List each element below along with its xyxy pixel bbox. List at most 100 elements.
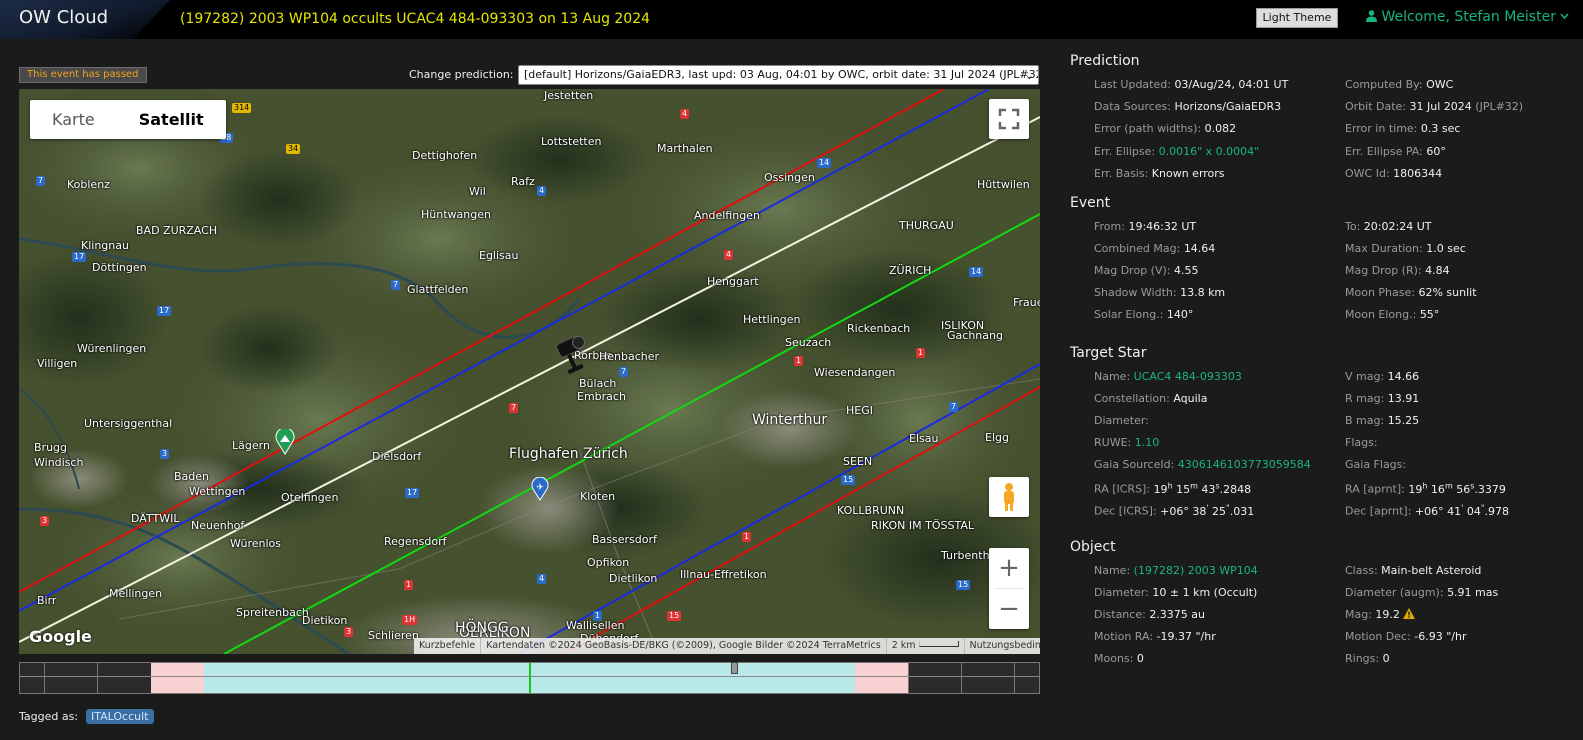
prediction-select[interactable]: [default] Horizons/GaiaEDR3, last upd: 0… <box>518 65 1039 85</box>
user-menu[interactable]: Welcome, Stefan Meister <box>1366 9 1569 25</box>
field-label: Rings: <box>1345 652 1380 665</box>
ruwe-link[interactable]: 1.10 <box>1135 436 1160 449</box>
field-label: B mag: <box>1345 414 1385 427</box>
timeline-uncertainty-left <box>151 663 204 693</box>
google-logo: Google <box>29 627 92 646</box>
road-shield: 4 <box>537 574 547 584</box>
place-label: Elsau <box>909 432 939 445</box>
place-label: HÖNGG <box>455 620 509 636</box>
gaia-source-link[interactable]: 4306146103773059584 <box>1178 458 1311 471</box>
place-label: Lägern <box>232 439 270 452</box>
place-label: Lottstetten <box>541 135 602 148</box>
mountain-pin-icon <box>275 429 295 455</box>
scale-label: 2 km <box>891 640 916 651</box>
keyboard-shortcuts-link[interactable]: Kurzbefehle <box>414 638 480 654</box>
place-label: Glattfelden <box>407 283 469 296</box>
rings-row: Rings: 0 <box>1345 652 1390 665</box>
map-type-satellit[interactable]: Satellit <box>117 100 226 139</box>
field-value: 0 <box>1382 652 1390 665</box>
field-value: 4.55 <box>1173 264 1199 277</box>
place-label: Brugg <box>34 441 68 454</box>
field-label: Err. Basis: <box>1094 167 1149 180</box>
star-name-link[interactable]: UCAC4 484-093303 <box>1134 370 1242 383</box>
gaia-source-row: Gaia SourceId: 4306146103773059584 <box>1094 458 1311 471</box>
vmag-row: V mag: 14.66 <box>1345 370 1419 383</box>
place-label: Rickenbach <box>847 322 911 335</box>
fullscreen-button[interactable] <box>989 99 1029 139</box>
place-label: Klingnau <box>81 239 129 252</box>
field-label: Error (path widths): <box>1094 122 1202 135</box>
place-label: Andelfingen <box>694 209 760 222</box>
field-value: Horizons/GaiaEDR3 <box>1174 100 1282 113</box>
place-label: Baden <box>174 470 210 483</box>
field-label: Diameter: <box>1094 586 1149 599</box>
event-timeline[interactable] <box>19 662 1040 694</box>
north-limit-1sigma-line <box>19 89 990 612</box>
place-label: Bülach <box>579 377 617 390</box>
tag-italoccult[interactable]: ITALOccult <box>86 709 154 724</box>
field-label: Data Sources: <box>1094 100 1171 113</box>
field-label: To: <box>1345 220 1361 233</box>
ra-aprnt-row: RA [aprnt]: 19h 16m 56s.3379 <box>1345 481 1506 496</box>
place-label: Spreitenbach <box>236 606 309 619</box>
gaia-flags-row: Gaia Flags: <box>1345 458 1406 471</box>
place-label: Hüttwilen <box>977 178 1030 191</box>
dec-degrees: +06° 38 <box>1160 504 1207 518</box>
timeline-handle[interactable] <box>731 662 738 674</box>
place-label: Dietlikon <box>609 572 658 585</box>
zoom-control: + − <box>989 548 1029 629</box>
chevron-down-icon <box>1560 13 1569 20</box>
telescope-marker[interactable] <box>552 329 592 375</box>
road-shield: 7 <box>509 403 519 413</box>
error-time-row: Error in time: 0.3 sec <box>1345 122 1460 135</box>
object-mag-row: Mag: 19.2 <box>1345 608 1416 621</box>
ra-seconds: 43 <box>1197 482 1216 496</box>
field-label: Name: <box>1094 564 1131 577</box>
terms-link[interactable]: Nutzungsbedingungen <box>963 638 1040 654</box>
class-row: Class: Main-belt Asteroid <box>1345 564 1481 577</box>
ra-hours: 19 <box>1408 482 1423 496</box>
place-label: Regensdorf <box>384 535 447 548</box>
place-label: BAD ZURZACH <box>136 224 218 237</box>
zoom-in-button[interactable]: + <box>989 548 1029 588</box>
dec-arcsec: 04 <box>1463 504 1481 518</box>
ra-minutes: 16 <box>1427 482 1445 496</box>
road-shield: 4 <box>537 186 547 196</box>
field-value: 20:02:24 UT <box>1363 220 1432 233</box>
brand-logo[interactable]: OW Cloud <box>19 7 108 28</box>
field-value: 55° <box>1419 308 1440 321</box>
ra-hours: 19 <box>1153 482 1168 496</box>
field-label: Max Duration: <box>1345 242 1423 255</box>
road-shield: 1 <box>593 611 603 621</box>
place-label: Hüntwangen <box>421 208 491 221</box>
zoom-out-button[interactable]: − <box>989 589 1029 629</box>
warning-icon[interactable] <box>1403 608 1416 619</box>
map-type-karte[interactable]: Karte <box>30 100 117 139</box>
field-label: Constellation: <box>1094 392 1170 405</box>
road-shield: 17 <box>72 252 87 262</box>
field-label: RUWE: <box>1094 436 1132 449</box>
place-label: Würenlingen <box>77 342 147 355</box>
motion-ra-row: Motion RA: -19.37 "/hr <box>1094 630 1216 643</box>
timeline-tick <box>908 663 909 693</box>
field-label: Combined Mag: <box>1094 242 1181 255</box>
err-ellipse-link[interactable]: 0.0016" x 0.0004" <box>1159 145 1260 158</box>
place-label: Schlieren <box>368 629 419 642</box>
field-value: 14.66 <box>1387 370 1420 383</box>
object-name-link[interactable]: (197282) 2003 WP104 <box>1134 564 1258 577</box>
field-value: 13.91 <box>1387 392 1420 405</box>
light-theme-button[interactable]: Light Theme <box>1256 8 1338 28</box>
fullscreen-icon <box>998 108 1020 130</box>
occultation-map[interactable]: Jestetten Lottstetten Marthalen Dettighofen… <box>19 89 1040 654</box>
scale-indicator[interactable]: 2 km <box>885 638 964 654</box>
field-label: Orbit Date: <box>1345 100 1407 113</box>
road-shield: 3 <box>160 449 170 459</box>
mag-drop-v-row: Mag Drop (V): 4.55 <box>1094 264 1198 277</box>
field-value: Known errors <box>1151 167 1225 180</box>
place-label: Würenlos <box>230 537 281 550</box>
object-heading: Object <box>1070 539 1116 555</box>
field-label: Dec [ICRS]: <box>1094 504 1157 518</box>
place-label: HEGI <box>846 404 873 417</box>
timeline-tick <box>961 663 962 693</box>
street-view-button[interactable] <box>989 477 1029 517</box>
